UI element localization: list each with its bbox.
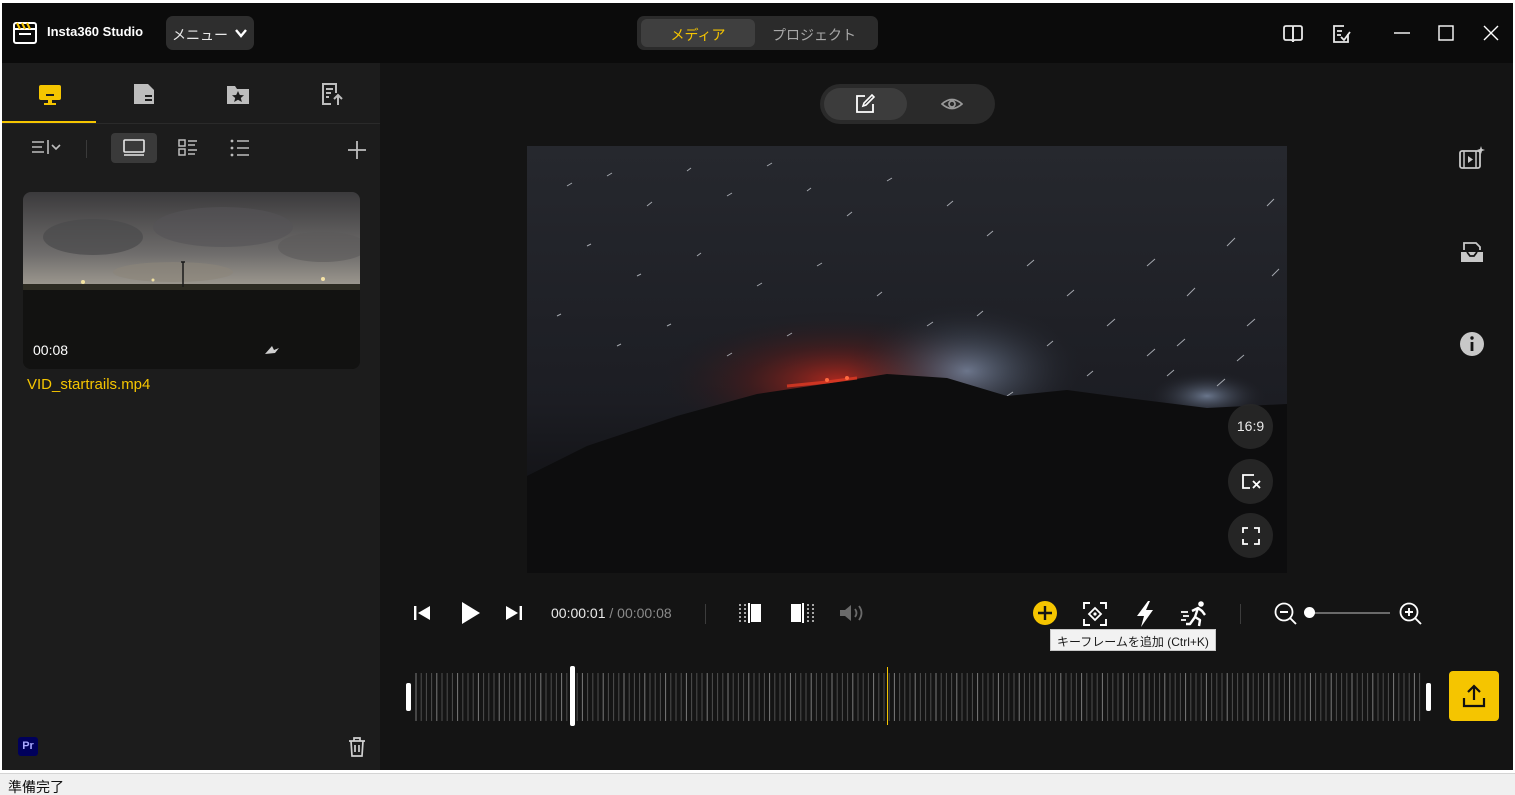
premiere-badge[interactable]: Pr xyxy=(18,737,38,756)
close-icon[interactable] xyxy=(1481,23,1501,43)
chevron-down-icon xyxy=(235,29,247,38)
timeline-trim-marker[interactable] xyxy=(569,666,575,726)
reframe-button[interactable] xyxy=(1228,459,1273,504)
panorama-thumbnail-image xyxy=(23,192,360,369)
trash-icon[interactable] xyxy=(346,736,368,758)
controls-divider xyxy=(705,604,706,624)
skip-forward-icon[interactable] xyxy=(502,601,526,625)
book-icon[interactable] xyxy=(1282,23,1304,45)
tab-sd-card[interactable] xyxy=(96,63,190,123)
media-filename[interactable]: VID_startrails.mp4 xyxy=(27,376,150,393)
large-thumbnail-icon xyxy=(123,139,145,156)
trim-end-icon[interactable] xyxy=(788,601,816,625)
mode-switch: メディア プロジェクト xyxy=(637,16,878,50)
export-icon xyxy=(1462,684,1486,708)
minimize-icon[interactable] xyxy=(1392,23,1412,43)
fullscreen-button[interactable] xyxy=(1228,513,1273,558)
media-library-panel: 00:08 VID_startrails.mp4 Pr xyxy=(2,63,380,770)
view-large-thumbnails[interactable] xyxy=(111,133,157,163)
edit-preview-toggle xyxy=(820,84,995,124)
volume-icon[interactable] xyxy=(837,601,867,625)
add-keyframe-icon[interactable] xyxy=(1032,600,1058,626)
zoom-slider-handle[interactable] xyxy=(1304,607,1315,618)
reframe-icon xyxy=(1242,474,1261,489)
menu-dropdown[interactable]: メニュー xyxy=(166,16,254,50)
checklist-icon[interactable] xyxy=(1330,23,1352,45)
template-icon[interactable] xyxy=(1458,238,1486,266)
preview-mode-button[interactable] xyxy=(911,88,991,120)
tab-export-list[interactable] xyxy=(284,63,378,123)
total-time: 00:00:08 xyxy=(617,605,672,621)
view-list[interactable] xyxy=(217,133,263,163)
trim-start-icon[interactable] xyxy=(738,601,766,625)
timeline-playhead[interactable] xyxy=(887,667,889,725)
edit-mode-button[interactable] xyxy=(824,88,907,120)
view-grid[interactable] xyxy=(165,133,211,163)
zoom-divider xyxy=(1240,604,1241,624)
tab-favorites[interactable] xyxy=(190,63,284,123)
skip-back-icon[interactable] xyxy=(410,601,434,625)
timeline-start-handle[interactable] xyxy=(406,683,411,711)
maximize-icon[interactable] xyxy=(1436,23,1456,43)
timeline-end-handle[interactable] xyxy=(1426,683,1431,711)
speed-flash-icon[interactable] xyxy=(1132,600,1158,628)
tab-project[interactable]: プロジェクト xyxy=(755,19,873,47)
fullscreen-icon xyxy=(1242,527,1260,545)
play-icon[interactable] xyxy=(457,599,483,627)
tab-media[interactable]: メディア xyxy=(641,19,755,47)
list-view-icon xyxy=(230,139,249,157)
status-bar: 準備完了 xyxy=(0,773,1515,795)
info-icon[interactable] xyxy=(1458,330,1486,358)
media-duration: 00:08 xyxy=(33,342,69,358)
export-list-icon xyxy=(322,83,343,105)
sort-dropdown[interactable] xyxy=(20,133,66,163)
app-title: Insta360 Studio xyxy=(47,24,144,39)
play-overlay-icon xyxy=(265,346,279,354)
export-button[interactable] xyxy=(1449,671,1499,721)
eye-icon xyxy=(941,98,963,110)
time-separator: / xyxy=(605,605,618,621)
sort-icon xyxy=(32,140,61,154)
zoom-in-icon[interactable] xyxy=(1399,602,1423,626)
starred-folder-icon xyxy=(227,86,249,104)
media-thumbnail[interactable]: 00:08 xyxy=(23,192,360,369)
edit-icon xyxy=(856,94,875,113)
current-time: 00:00:01 xyxy=(551,605,606,621)
keyframe-tooltip: キーフレームを追加 (Ctrl+K) xyxy=(1050,629,1216,651)
time-display: 00:00:01 / 00:00:08 xyxy=(551,605,672,621)
motion-runner-icon[interactable] xyxy=(1180,600,1210,628)
video-effects-icon[interactable] xyxy=(1458,144,1486,172)
zoom-out-icon[interactable] xyxy=(1274,602,1298,626)
tab-divider xyxy=(2,123,380,124)
timeline-track[interactable] xyxy=(406,667,1430,727)
tab-local-media[interactable] xyxy=(2,63,96,123)
sd-card-icon xyxy=(134,84,154,104)
zoom-slider-track[interactable] xyxy=(1312,612,1390,614)
toolbar-divider xyxy=(86,140,87,158)
status-text: 準備完了 xyxy=(8,779,64,795)
grid-view-icon xyxy=(178,139,197,156)
title-bar: Insta360 Studio メニュー メディア プロジェクト xyxy=(2,3,1513,63)
add-icon[interactable] xyxy=(347,140,367,160)
aspect-ratio-button[interactable]: 16:9 xyxy=(1228,404,1273,449)
monitor-icon xyxy=(39,85,61,105)
focus-track-icon[interactable] xyxy=(1082,601,1108,627)
video-viewer[interactable] xyxy=(527,146,1287,573)
menu-label: メニュー xyxy=(172,27,228,43)
video-frame-image xyxy=(527,146,1287,573)
app-logo-icon xyxy=(13,22,37,44)
app-window: Insta360 Studio メニュー メディア プロジェクト 00:08 V… xyxy=(2,3,1513,770)
